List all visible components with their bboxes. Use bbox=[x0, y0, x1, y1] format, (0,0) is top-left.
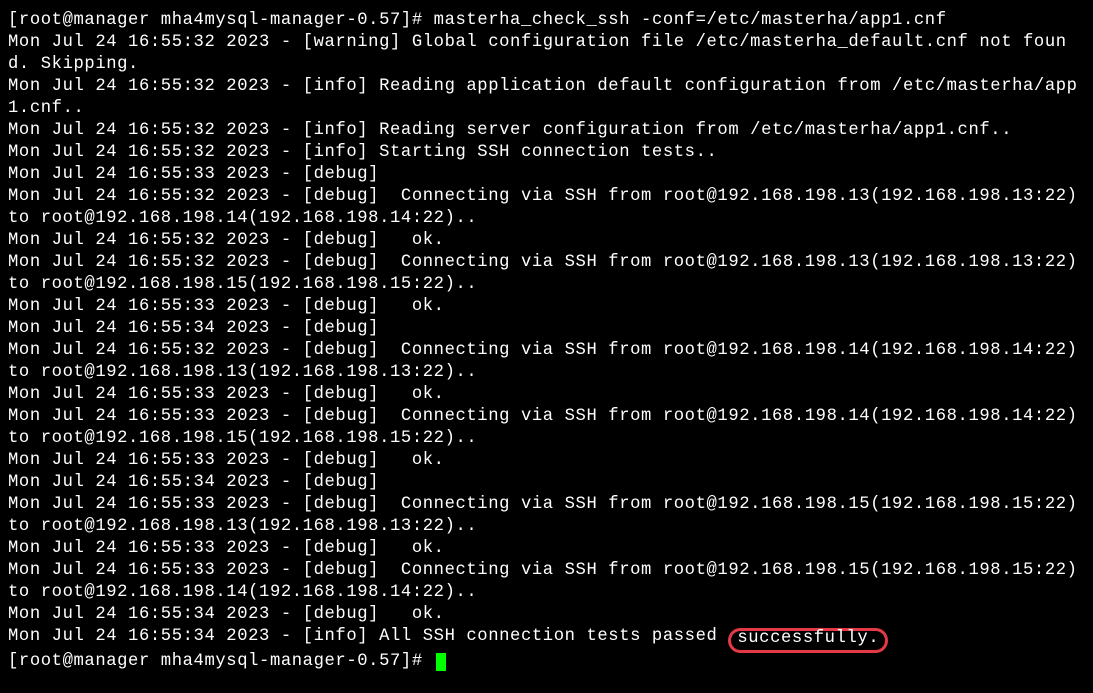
output-line-final: Mon Jul 24 16:55:34 2023 - [info] All SS… bbox=[8, 626, 1085, 651]
output-line: Mon Jul 24 16:55:32 2023 - [debug] Conne… bbox=[8, 186, 1085, 230]
output-line: Mon Jul 24 16:55:33 2023 - [debug] ok. bbox=[8, 384, 1085, 406]
output-line: Mon Jul 24 16:55:33 2023 - [debug] bbox=[8, 164, 1085, 186]
output-line: Mon Jul 24 16:55:34 2023 - [debug] bbox=[8, 472, 1085, 494]
output-line: Mon Jul 24 16:55:32 2023 - [warning] Glo… bbox=[8, 32, 1085, 76]
output-line: Mon Jul 24 16:55:32 2023 - [info] Starti… bbox=[8, 142, 1085, 164]
output-line: Mon Jul 24 16:55:33 2023 - [debug] ok. bbox=[8, 296, 1085, 318]
shell-prompt: [root@manager mha4mysql-manager-0.57]# bbox=[8, 11, 434, 30]
success-text: successfully. bbox=[737, 629, 879, 648]
output-line: Mon Jul 24 16:55:34 2023 - [debug] ok. bbox=[8, 604, 1085, 626]
output-line: Mon Jul 24 16:55:32 2023 - [debug] ok. bbox=[8, 230, 1085, 252]
command-text: masterha_check_ssh -conf=/etc/masterha/a… bbox=[434, 11, 947, 30]
output-line: Mon Jul 24 16:55:32 2023 - [debug] Conne… bbox=[8, 340, 1085, 384]
output-line: Mon Jul 24 16:55:32 2023 - [debug] Conne… bbox=[8, 252, 1085, 296]
cursor-icon bbox=[436, 653, 446, 671]
shell-prompt: [root@manager mha4mysql-manager-0.57]# bbox=[8, 652, 434, 671]
output-line: Mon Jul 24 16:55:33 2023 - [debug] Conne… bbox=[8, 560, 1085, 604]
output-line: [root@manager mha4mysql-manager-0.57]# m… bbox=[8, 10, 1085, 32]
shell-prompt-line[interactable]: [root@manager mha4mysql-manager-0.57]# bbox=[8, 651, 1085, 673]
terminal-output: [root@manager mha4mysql-manager-0.57]# m… bbox=[0, 0, 1093, 683]
final-prefix: Mon Jul 24 16:55:34 2023 - [info] All SS… bbox=[8, 627, 728, 646]
output-line: Mon Jul 24 16:55:33 2023 - [debug] Conne… bbox=[8, 494, 1085, 538]
output-line: Mon Jul 24 16:55:33 2023 - [debug] ok. bbox=[8, 538, 1085, 560]
success-highlight: successfully. bbox=[728, 628, 888, 653]
output-line: Mon Jul 24 16:55:33 2023 - [debug] ok. bbox=[8, 450, 1085, 472]
output-line: Mon Jul 24 16:55:33 2023 - [debug] Conne… bbox=[8, 406, 1085, 450]
output-line: Mon Jul 24 16:55:32 2023 - [info] Readin… bbox=[8, 76, 1085, 120]
output-line: Mon Jul 24 16:55:32 2023 - [info] Readin… bbox=[8, 120, 1085, 142]
output-line: Mon Jul 24 16:55:34 2023 - [debug] bbox=[8, 318, 1085, 340]
